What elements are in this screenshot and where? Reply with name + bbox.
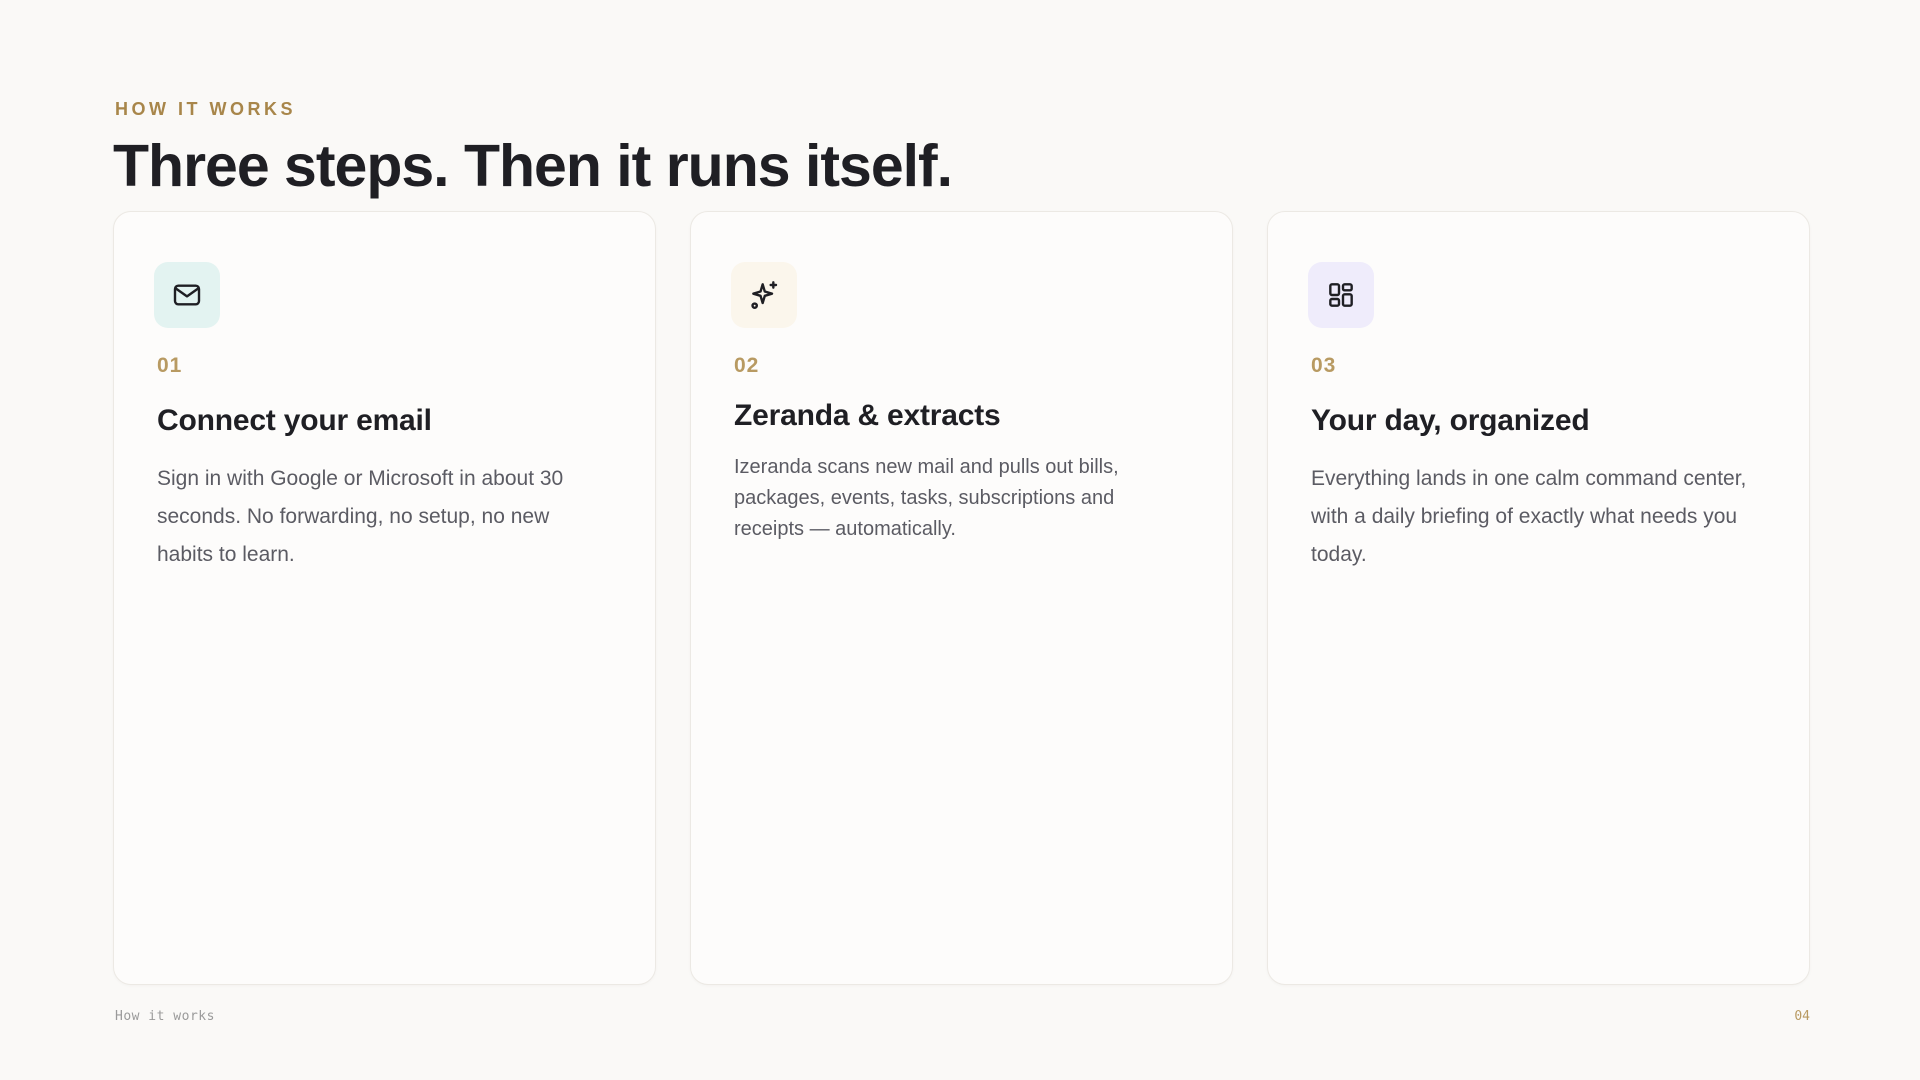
footer-page-number: 04 — [1794, 1009, 1810, 1024]
step-description: Everything lands in one calm command cen… — [1311, 467, 1747, 566]
mail-icon — [173, 284, 201, 306]
step-number: 03 — [1311, 354, 1337, 377]
step-title: Zeranda & extracts — [734, 399, 1001, 432]
step-icon-tile — [154, 262, 220, 328]
footer-section-label: How it works — [115, 1009, 215, 1024]
step-title: Connect your email — [157, 404, 432, 437]
step-icon-tile — [731, 262, 797, 328]
dashboard-icon — [1329, 283, 1353, 307]
step-title: Your day, organized — [1311, 404, 1590, 437]
step-description: Izeranda scans new mail and pulls out bi… — [734, 456, 1119, 540]
step-card-extracts: 02 Zeranda & extracts Izeranda scans new… — [690, 211, 1233, 985]
step-card-connect-email: 01 Connect your email Sign in with Googl… — [113, 211, 656, 985]
page-title: Three steps. Then it runs itself. — [113, 133, 953, 199]
step-icon-tile — [1308, 262, 1374, 328]
sparkles-icon — [751, 281, 778, 309]
section-eyebrow: HOW IT WORKS — [115, 99, 296, 119]
step-description: Sign in with Google or Microsoft in abou… — [157, 467, 564, 566]
step-number: 01 — [157, 354, 183, 377]
step-number: 02 — [734, 354, 760, 377]
steps-row: 01 Connect your email Sign in with Googl… — [113, 211, 1810, 985]
step-card-organized: 03 Your day, organized Everything lands … — [1267, 211, 1810, 985]
